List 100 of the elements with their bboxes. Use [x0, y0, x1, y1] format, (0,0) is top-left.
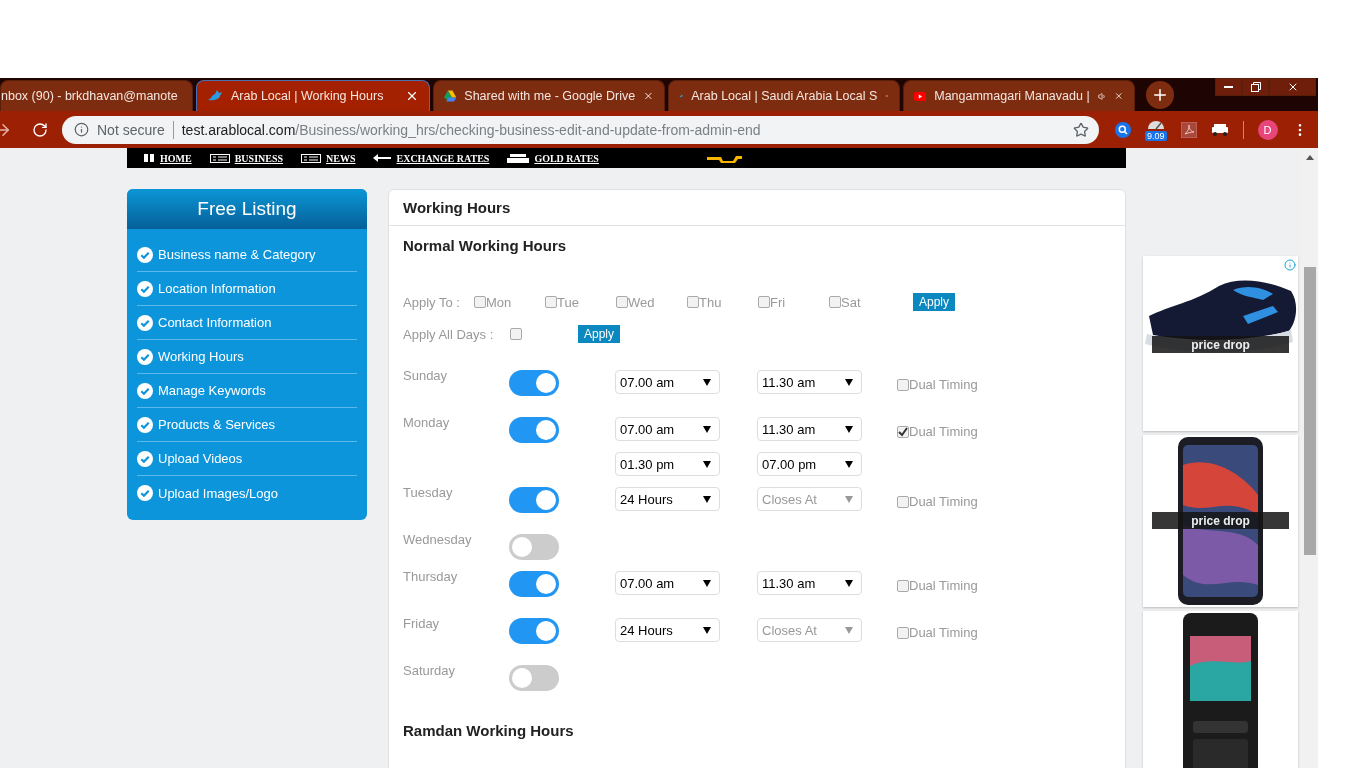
day-name: Monday [403, 415, 451, 430]
check-circle-icon [137, 246, 153, 263]
scroll-up-icon[interactable] [1306, 155, 1314, 160]
apply-button[interactable]: Apply [578, 325, 621, 343]
card-title: Working Hours [389, 190, 1125, 226]
day-name: Saturday [403, 663, 457, 678]
checkbox[interactable] [897, 626, 909, 639]
checkbox[interactable] [545, 296, 557, 308]
minimize-button[interactable] [1215, 78, 1242, 96]
tab-title: nbox (90) - brkdhavan@manote [1, 89, 178, 103]
browser-tab[interactable]: Shared with me - Google Drive [433, 80, 665, 111]
check-circle-icon [137, 382, 153, 399]
address-bar[interactable]: Not secure test.arablocal.com/Business/working_hrs/checking-business-edit-and-update-from-admin-end [62, 115, 1099, 144]
pdf-icon[interactable] [1180, 121, 1197, 138]
time-select[interactable]: 24 Hours [615, 618, 720, 642]
toggle-switch[interactable] [509, 417, 559, 443]
sidebar-title: Free Listing [127, 189, 367, 229]
day-label: Thu [699, 294, 722, 310]
caret-icon [703, 495, 711, 503]
checkbox-label: Dual Timing [909, 377, 978, 392]
caret-icon [703, 425, 711, 433]
time-select[interactable]: 24 Hours [615, 487, 720, 511]
apply-button[interactable]: Apply [913, 293, 956, 311]
browser-tab[interactable]: Mangammagari Manavadu | [903, 80, 1135, 111]
caret-icon [845, 378, 853, 386]
section-title: Ramdan Working Hours [403, 721, 575, 741]
browser-tab[interactable]: Arab Local | Saudi Arabia Local S [668, 80, 900, 111]
toggle-switch[interactable] [509, 665, 559, 691]
toggle-switch[interactable] [509, 618, 559, 644]
car-icon[interactable] [1210, 123, 1229, 136]
day-name: Tuesday [403, 485, 454, 500]
time-select[interactable]: 07.00 pm [757, 452, 862, 476]
check-circle-icon [137, 280, 153, 297]
checkbox[interactable] [474, 296, 486, 308]
restore-icon [1250, 82, 1261, 92]
checkbox[interactable] [829, 296, 841, 308]
nav-link-label[interactable]: HOME [160, 152, 192, 164]
scrollbar-thumb[interactable] [1304, 267, 1316, 555]
nav-link[interactable]: GOLD RATES [507, 152, 599, 164]
nav-link[interactable]: NEWS [301, 152, 356, 164]
time-select[interactable]: 01.30 pm [615, 452, 720, 476]
time-select[interactable]: 07.00 am [615, 571, 720, 595]
security-label: Not secure [97, 121, 165, 138]
restore-button[interactable] [1242, 78, 1269, 96]
profile-avatar[interactable]: D [1257, 119, 1278, 140]
time-select[interactable]: 11.30 am [757, 571, 862, 595]
toggle-switch[interactable] [509, 571, 559, 597]
day-name: Thursday [403, 569, 459, 584]
gauge-icon[interactable] [1146, 118, 1165, 130]
list-icon [209, 153, 230, 163]
check-circle-icon [137, 314, 153, 331]
caret-icon [703, 579, 711, 587]
day-label: Tue [557, 294, 579, 310]
day-label: Wed [628, 294, 655, 310]
reload-icon[interactable] [32, 121, 48, 138]
checkbox[interactable] [897, 579, 909, 592]
bookmark-star-icon[interactable] [1073, 121, 1089, 138]
nav-link-label[interactable]: EXCHANGE RATES [396, 152, 490, 164]
info-icon [74, 122, 89, 137]
nav-link-label[interactable]: BUSINESS [234, 152, 284, 164]
checkbox[interactable] [510, 328, 522, 340]
plus-icon [1151, 86, 1169, 104]
minimize-icon [1224, 85, 1233, 89]
checkbox[interactable] [897, 495, 909, 508]
exchange-arrows-icon [373, 154, 392, 162]
nav-link-label[interactable]: NEWS [326, 152, 356, 164]
checkbox[interactable] [687, 296, 699, 308]
toggle-switch[interactable] [509, 534, 559, 560]
time-select[interactable]: 11.30 am [757, 370, 862, 394]
section-title: Normal Working Hours [403, 236, 568, 256]
drive-icon [444, 89, 457, 103]
nav-link-label[interactable]: GOLD RATES [534, 152, 599, 164]
checkbox[interactable] [758, 296, 770, 308]
video-play-icon [914, 89, 927, 103]
new-tab-button[interactable] [1146, 81, 1174, 109]
time-select[interactable]: 07.00 am [615, 417, 720, 441]
caret-icon [845, 425, 853, 433]
info-icon[interactable] [1284, 259, 1296, 271]
nav-link[interactable]: HOME [143, 152, 192, 164]
time-select[interactable]: 07.00 am [615, 370, 720, 394]
checkbox[interactable] [897, 378, 909, 391]
checkbox-label: Dual Timing [909, 625, 978, 640]
field-label: Apply All Days : [403, 326, 495, 342]
check-circle-icon [137, 348, 153, 365]
browser-tab[interactable]: nbox (90) - brkdhavan@manote [0, 80, 193, 111]
browser-tab[interactable]: Arab Local | Working Hours [196, 80, 430, 111]
checkbox[interactable] [616, 296, 628, 308]
price-drop-label: price drop [1152, 336, 1289, 353]
check-circle-icon [137, 416, 153, 433]
toggle-switch[interactable] [509, 487, 559, 513]
toggle-switch[interactable] [509, 370, 559, 396]
time-select[interactable]: 11.30 am [757, 417, 862, 441]
nav-link[interactable]: BUSINESS [209, 152, 284, 164]
caret-icon [845, 460, 853, 468]
close-icon[interactable] [405, 89, 419, 103]
field-label: Apply To : [403, 294, 461, 310]
search-icon[interactable] [1115, 121, 1131, 138]
checkbox[interactable] [897, 425, 909, 438]
caret-icon [703, 626, 711, 634]
nav-link[interactable]: EXCHANGE RATES [373, 152, 490, 164]
